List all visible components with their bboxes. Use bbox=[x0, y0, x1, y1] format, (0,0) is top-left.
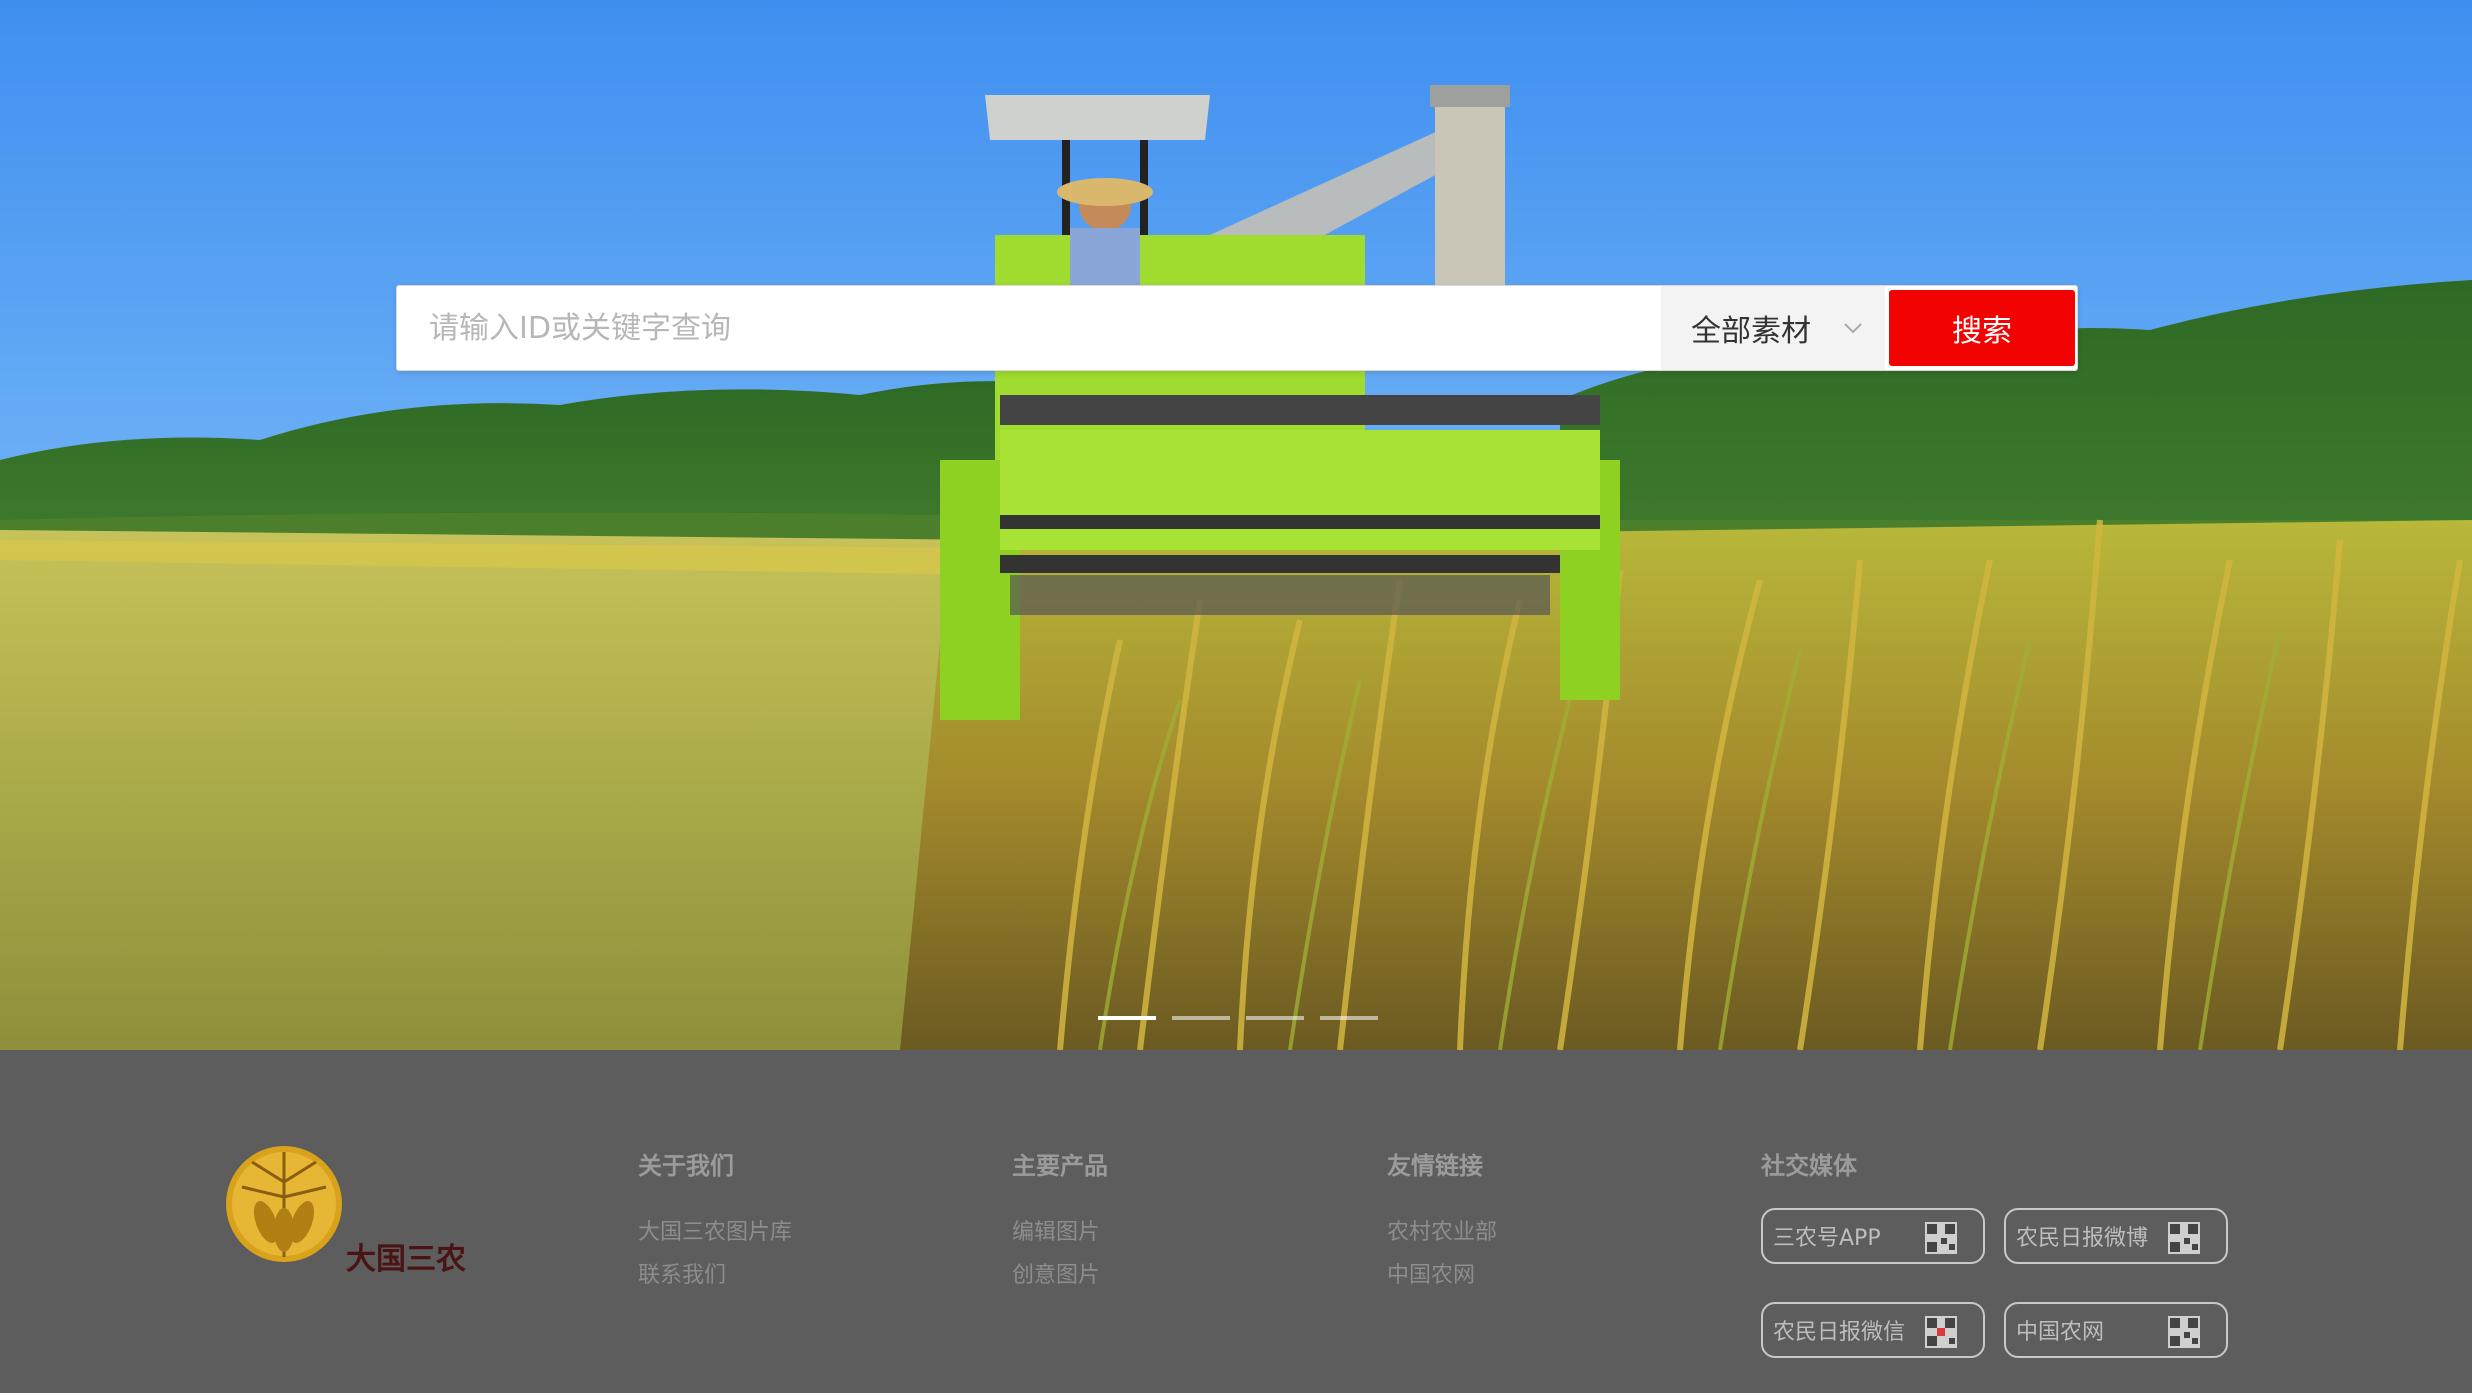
qr-code-icon bbox=[2168, 1316, 2200, 1348]
qr-code-icon bbox=[1925, 1222, 1957, 1254]
footer-col-title: 关于我们 bbox=[638, 1152, 734, 1180]
search-button[interactable]: 搜索 bbox=[1889, 290, 2075, 366]
hero-banner: 全部素材 搜索 bbox=[0, 0, 2472, 1050]
social-weibo-button[interactable]: 农民日报微博 bbox=[2004, 1208, 2228, 1264]
social-label: 中国农网 bbox=[2016, 1320, 2105, 1345]
carousel-dot-4[interactable] bbox=[1320, 1016, 1378, 1020]
qr-code-icon bbox=[1925, 1316, 1957, 1348]
social-label: 三农号APP bbox=[1773, 1226, 1881, 1251]
category-select[interactable]: 全部素材 bbox=[1661, 286, 1885, 370]
logo-text: 大国三农 bbox=[346, 1242, 466, 1277]
social-app-button[interactable]: 三农号APP bbox=[1761, 1208, 1985, 1264]
footer-link-gallery[interactable]: 大国三农图片库 bbox=[638, 1211, 792, 1254]
search-bar: 全部素材 搜索 bbox=[396, 285, 2078, 371]
hero-image bbox=[0, 0, 2472, 1050]
carousel-dot-3[interactable] bbox=[1246, 1016, 1304, 1020]
footer-col-links: 友情链接 农村农业部 中国农网 bbox=[1387, 1146, 1497, 1297]
carousel-dot-1[interactable] bbox=[1098, 1016, 1156, 1020]
search-input[interactable] bbox=[397, 286, 1659, 370]
carousel-dot-2[interactable] bbox=[1172, 1016, 1230, 1020]
footer-col-products: 主要产品 编辑图片 创意图片 bbox=[1012, 1146, 1108, 1297]
footer-link-farmer-net[interactable]: 中国农网 bbox=[1387, 1254, 1497, 1297]
category-select-label: 全部素材 bbox=[1691, 314, 1811, 349]
footer-col-title: 友情链接 bbox=[1387, 1152, 1483, 1180]
carousel-indicators bbox=[1098, 1016, 1378, 1020]
site-footer: 大国三农 关于我们 大国三农图片库 联系我们 主要产品 编辑图片 创意图片 友情… bbox=[0, 1050, 2472, 1396]
footer-col-title: 主要产品 bbox=[1012, 1152, 1108, 1180]
footer-link-contact[interactable]: 联系我们 bbox=[638, 1254, 792, 1297]
wheat-logo-icon bbox=[226, 1146, 342, 1262]
qr-code-icon bbox=[2168, 1222, 2200, 1254]
social-label: 农民日报微信 bbox=[1773, 1320, 1906, 1345]
social-label: 农民日报微博 bbox=[2016, 1226, 2149, 1251]
footer-col-social: 社交媒体 bbox=[1761, 1146, 1857, 1211]
footer-col-about: 关于我们 大国三农图片库 联系我们 bbox=[638, 1146, 792, 1297]
footer-link-editorial[interactable]: 编辑图片 bbox=[1012, 1211, 1108, 1254]
site-logo[interactable]: 大国三农 bbox=[224, 1142, 466, 1292]
social-farmer-net-button[interactable]: 中国农网 bbox=[2004, 1302, 2228, 1358]
social-wechat-button[interactable]: 农民日报微信 bbox=[1761, 1302, 1985, 1358]
footer-link-creative[interactable]: 创意图片 bbox=[1012, 1254, 1108, 1297]
footer-link-moa[interactable]: 农村农业部 bbox=[1387, 1211, 1497, 1254]
footer-col-title: 社交媒体 bbox=[1761, 1152, 1857, 1180]
chevron-down-icon bbox=[1844, 323, 1862, 334]
